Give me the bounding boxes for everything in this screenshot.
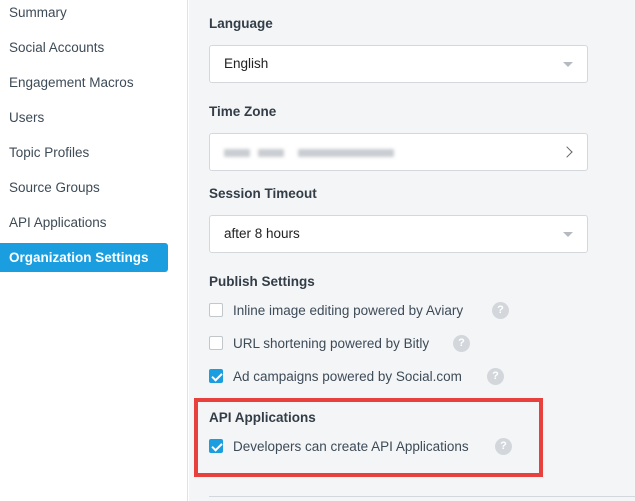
redacted-value <box>224 149 250 157</box>
language-value: English <box>224 56 269 71</box>
sidebar-item-source-groups[interactable]: Source Groups <box>9 177 100 199</box>
language-select[interactable]: English <box>209 45 588 83</box>
sidebar-item-summary[interactable]: Summary <box>9 2 67 24</box>
sidebar-item-api-applications[interactable]: API Applications <box>9 212 107 234</box>
aviary-option[interactable]: Inline image editing powered by Aviary <box>209 300 463 320</box>
sidebar-item-topic-profiles[interactable]: Topic Profiles <box>9 142 89 164</box>
session-timeout-value: after 8 hours <box>224 226 300 241</box>
publish-settings-label: Publish Settings <box>209 274 315 289</box>
social-com-label: Ad campaigns powered by Social.com <box>233 368 462 384</box>
session-timeout-select[interactable]: after 8 hours <box>209 215 588 253</box>
sidebar-item-social-accounts[interactable]: Social Accounts <box>9 37 104 59</box>
bitly-option[interactable]: URL shortening powered by Bitly <box>209 333 429 353</box>
time-zone-field[interactable] <box>209 133 588 171</box>
chevron-right-icon <box>561 146 573 158</box>
aviary-checkbox[interactable] <box>209 303 223 317</box>
social-com-option[interactable]: Ad campaigns powered by Social.com <box>209 366 462 386</box>
bitly-label: URL shortening powered by Bitly <box>233 335 430 351</box>
aviary-label: Inline image editing powered by Aviary <box>233 302 464 318</box>
social-com-checkbox[interactable] <box>209 369 223 383</box>
sidebar-item-organization-settings[interactable]: Organization Settings <box>0 243 168 272</box>
help-icon[interactable]: ? <box>492 302 509 319</box>
sidebar-item-users[interactable]: Users <box>9 107 44 129</box>
help-icon[interactable]: ? <box>487 368 504 385</box>
help-icon[interactable]: ? <box>453 335 470 352</box>
session-timeout-label: Session Timeout <box>209 186 317 201</box>
divider <box>209 496 635 497</box>
redacted-value <box>258 149 284 157</box>
language-label: Language <box>209 16 273 31</box>
time-zone-label: Time Zone <box>209 104 277 119</box>
sidebar: Summary Social Accounts Engagement Macro… <box>0 0 188 501</box>
redacted-value <box>298 149 394 157</box>
chevron-down-icon <box>563 232 573 237</box>
bitly-checkbox[interactable] <box>209 336 223 350</box>
sidebar-item-engagement-macros[interactable]: Engagement Macros <box>9 72 134 94</box>
highlight-box <box>194 398 543 477</box>
chevron-down-icon <box>563 62 573 67</box>
